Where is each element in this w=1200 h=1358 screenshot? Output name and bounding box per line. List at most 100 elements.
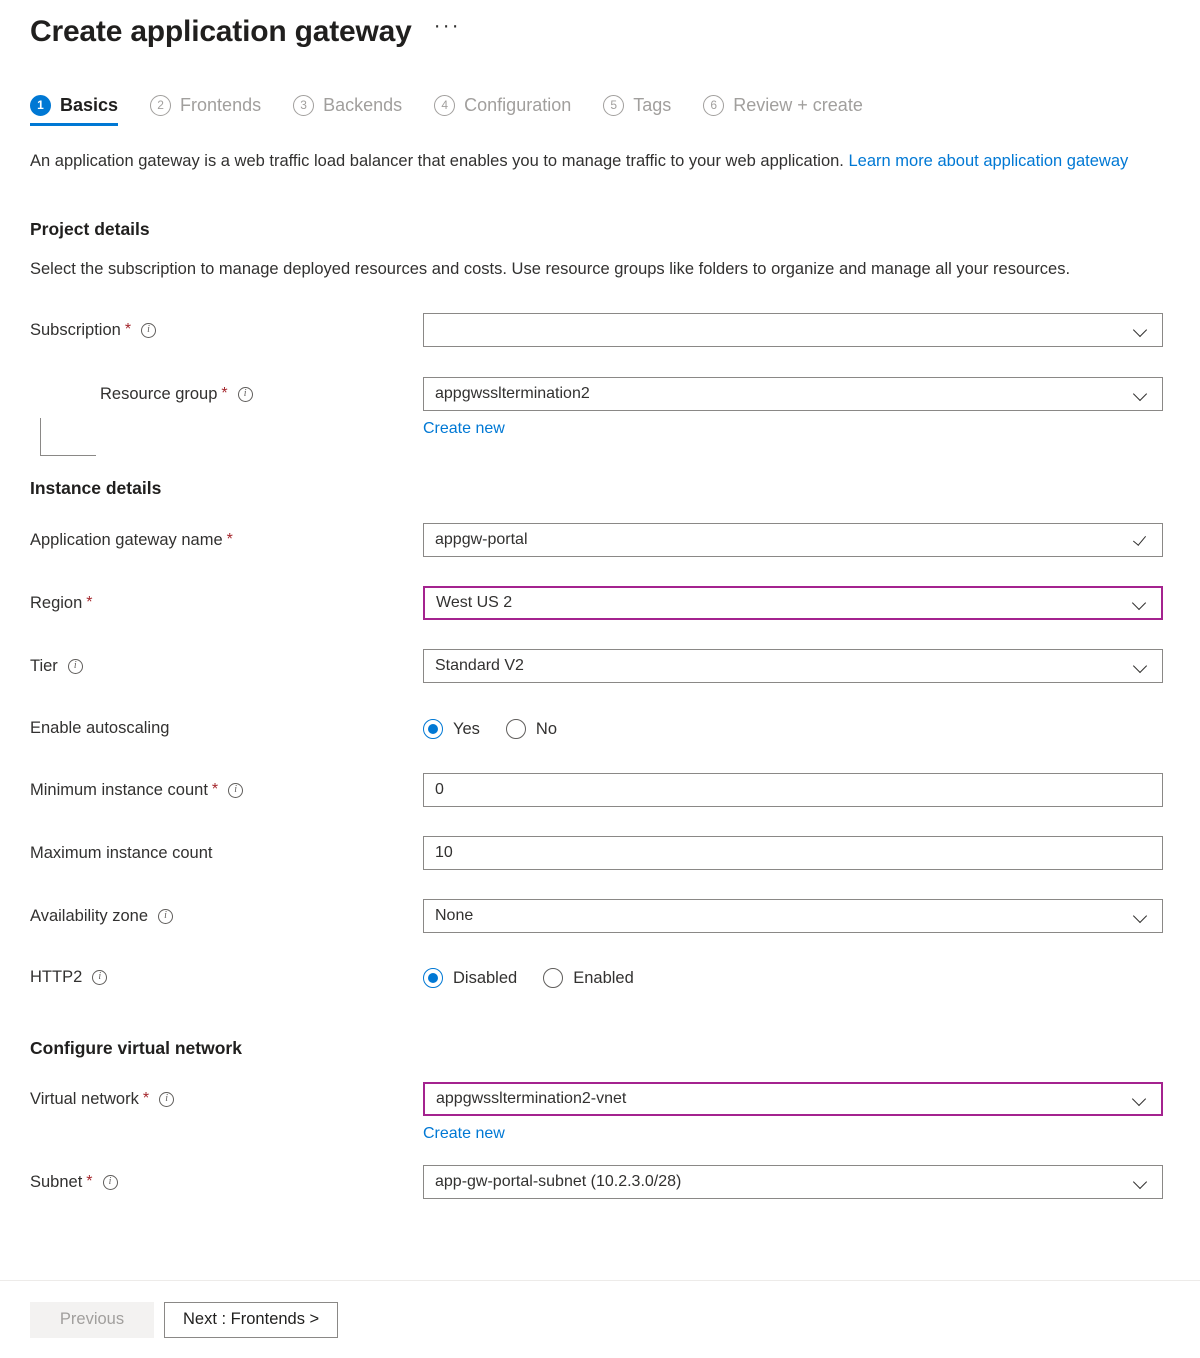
maximum-instance-count-input[interactable]: 10 <box>423 836 1163 870</box>
label-text: Resource group <box>100 383 217 405</box>
subscription-dropdown[interactable] <box>423 313 1163 347</box>
intro-paragraph: An application gateway is a web traffic … <box>30 148 1170 175</box>
chevron-down-icon <box>1133 908 1149 924</box>
info-icon[interactable]: i <box>103 1175 118 1190</box>
field-row-gateway-name: Application gateway name * appgw-portal <box>30 523 1170 559</box>
gateway-name-input[interactable]: appgw-portal <box>423 523 1163 557</box>
radio-autoscaling-yes[interactable]: Yes <box>423 719 480 739</box>
info-icon[interactable]: i <box>228 783 243 798</box>
field-virtual-network: appgwssltermination2-vnet Create new <box>423 1082 1163 1143</box>
field-row-tier: Tier i Standard V2 <box>30 649 1170 685</box>
field-subscription <box>423 313 1163 347</box>
wizard-footer: Previous Next : Frontends > <box>0 1280 1200 1358</box>
label-gateway-name: Application gateway name * <box>30 523 423 551</box>
subnet-dropdown[interactable]: app-gw-portal-subnet (10.2.3.0/28) <box>423 1165 1163 1199</box>
field-row-subscription: Subscription * i <box>30 313 1170 349</box>
create-new-resource-group-link[interactable]: Create new <box>423 420 505 438</box>
radio-selected-icon <box>423 719 443 739</box>
field-gateway-name: appgw-portal <box>423 523 1163 557</box>
label-subnet: Subnet * i <box>30 1165 423 1193</box>
field-subnet: app-gw-portal-subnet (10.2.3.0/28) <box>423 1165 1163 1199</box>
more-options-icon[interactable]: ··· <box>434 19 461 45</box>
label-text: Virtual network <box>30 1088 139 1110</box>
virtual-network-dropdown[interactable]: appgwssltermination2-vnet <box>423 1082 1163 1116</box>
tab-tags[interactable]: 5 Tags <box>603 94 671 126</box>
field-enable-autoscaling: Yes No <box>423 711 1163 745</box>
label-subscription: Subscription * i <box>30 313 423 341</box>
http2-radio-group: Disabled Enabled <box>423 960 1163 994</box>
radio-http2-enabled[interactable]: Enabled <box>543 968 634 988</box>
required-asterisk: * <box>143 1091 149 1107</box>
info-icon[interactable]: i <box>238 387 253 402</box>
tab-configuration[interactable]: 4 Configuration <box>434 94 571 126</box>
radio-unselected-icon <box>506 719 526 739</box>
region-value: West US 2 <box>436 594 1132 612</box>
minimum-instance-count-input[interactable]: 0 <box>423 773 1163 807</box>
learn-more-link[interactable]: Learn more about application gateway <box>848 152 1128 170</box>
field-maximum-instance-count: 10 <box>423 836 1163 870</box>
required-asterisk: * <box>227 532 233 548</box>
step-number-icon: 1 <box>30 95 51 116</box>
create-new-virtual-network-link[interactable]: Create new <box>423 1125 505 1143</box>
chevron-down-icon <box>1133 658 1149 674</box>
step-number-icon: 4 <box>434 95 455 116</box>
required-asterisk: * <box>221 386 227 402</box>
tier-dropdown[interactable]: Standard V2 <box>423 649 1163 683</box>
chevron-down-icon <box>1132 1091 1148 1107</box>
section-title-instance-details: Instance details <box>30 478 1170 499</box>
label-text: Application gateway name <box>30 529 223 551</box>
label-availability-zone: Availability zone i <box>30 899 423 927</box>
field-row-min-instance: Minimum instance count * i 0 <box>30 773 1170 809</box>
section-description-project-details: Select the subscription to manage deploy… <box>30 256 1170 283</box>
tab-label: Frontends <box>180 94 261 116</box>
tab-label: Tags <box>633 94 671 116</box>
autoscaling-radio-group: Yes No <box>423 711 1163 745</box>
gateway-name-value: appgw-portal <box>435 531 1133 549</box>
page-header: Create application gateway ··· <box>0 0 1200 56</box>
field-availability-zone: None <box>423 899 1163 933</box>
resource-group-dropdown[interactable]: appgwssltermination2 <box>423 377 1163 411</box>
tab-basics[interactable]: 1 Basics <box>30 94 118 126</box>
region-dropdown[interactable]: West US 2 <box>423 586 1163 620</box>
label-enable-autoscaling: Enable autoscaling <box>30 711 423 739</box>
label-text: Minimum instance count <box>30 779 208 801</box>
radio-autoscaling-no[interactable]: No <box>506 719 557 739</box>
tab-frontends[interactable]: 2 Frontends <box>150 94 261 126</box>
label-text: Region <box>30 592 82 614</box>
label-text: Maximum instance count <box>30 842 213 864</box>
label-text: Availability zone <box>30 905 148 927</box>
field-row-autoscaling: Enable autoscaling Yes No <box>30 711 1170 747</box>
field-row-http2: HTTP2 i Disabled Enabled <box>30 960 1170 996</box>
required-asterisk: * <box>125 322 131 338</box>
tier-value: Standard V2 <box>435 657 1133 675</box>
radio-http2-disabled[interactable]: Disabled <box>423 968 517 988</box>
section-title-project-details: Project details <box>30 219 1170 240</box>
info-icon[interactable]: i <box>158 909 173 924</box>
label-resource-group: Resource group * i <box>30 377 423 405</box>
info-icon[interactable]: i <box>159 1092 174 1107</box>
availability-zone-dropdown[interactable]: None <box>423 899 1163 933</box>
minimum-instance-count-value: 0 <box>435 781 1154 799</box>
field-tier: Standard V2 <box>423 649 1163 683</box>
field-minimum-instance-count: 0 <box>423 773 1163 807</box>
previous-button[interactable]: Previous <box>30 1302 154 1338</box>
label-tier: Tier i <box>30 649 423 677</box>
checkmark-valid-icon <box>1133 532 1149 548</box>
tab-backends[interactable]: 3 Backends <box>293 94 402 126</box>
info-icon[interactable]: i <box>141 323 156 338</box>
next-frontends-button[interactable]: Next : Frontends > <box>164 1302 338 1338</box>
step-number-icon: 5 <box>603 95 624 116</box>
tab-review-create[interactable]: 6 Review + create <box>703 94 863 126</box>
radio-label: No <box>536 720 557 739</box>
required-asterisk: * <box>212 782 218 798</box>
label-text: Tier <box>30 655 58 677</box>
radio-label: Disabled <box>453 969 517 988</box>
info-icon[interactable]: i <box>92 970 107 985</box>
page-title: Create application gateway <box>30 12 412 52</box>
chevron-down-icon <box>1132 595 1148 611</box>
section-title-configure-virtual-network: Configure virtual network <box>30 1038 1170 1059</box>
required-asterisk: * <box>86 1174 92 1190</box>
info-icon[interactable]: i <box>68 659 83 674</box>
label-virtual-network: Virtual network * i <box>30 1082 423 1110</box>
field-http2: Disabled Enabled <box>423 960 1163 994</box>
